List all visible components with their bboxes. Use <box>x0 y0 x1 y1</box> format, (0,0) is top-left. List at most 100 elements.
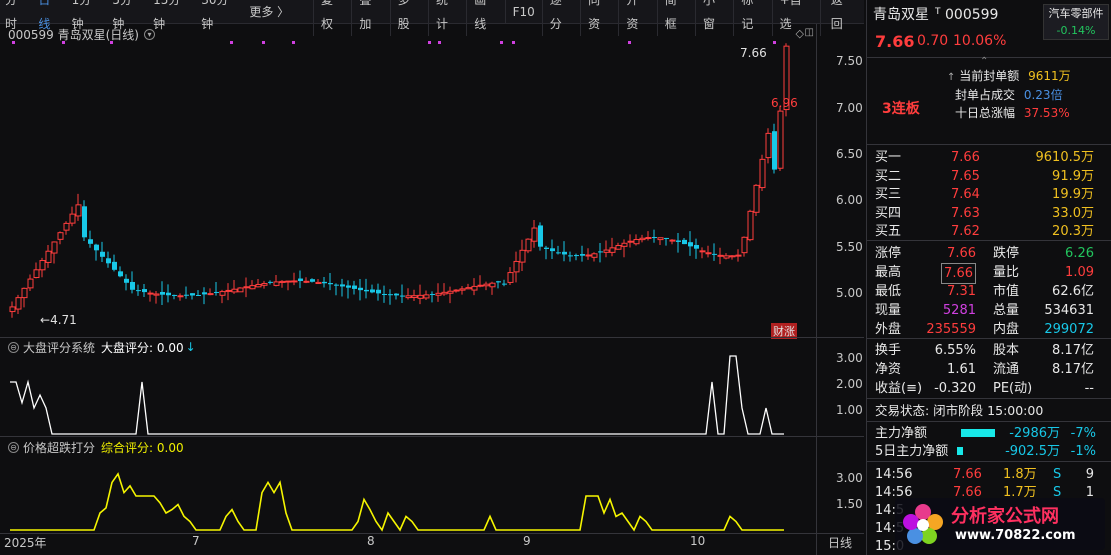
candle-body <box>130 281 135 290</box>
price-change: 0.70 <box>917 33 949 49</box>
candle-body <box>160 291 165 295</box>
candle-body <box>328 283 333 285</box>
stat-value: 1.09 <box>1065 265 1094 280</box>
stat-label: 净资 <box>875 362 902 377</box>
stat-value: 1.61 <box>947 362 976 377</box>
candle-body <box>261 282 268 286</box>
tick-price: 7.66 <box>953 467 982 482</box>
panel-divider-2 <box>0 436 864 437</box>
candle-body <box>538 225 543 247</box>
watermark: 分析家公式网 www.70822.com <box>895 498 1105 550</box>
collapse-icon[interactable]: ⊖ <box>8 441 19 453</box>
seal-ratio: 0.23倍 <box>1023 88 1063 102</box>
candle-body <box>598 251 603 253</box>
stat-label: 市值 <box>993 284 1020 299</box>
candle-body <box>645 237 652 240</box>
price-change-pct: 10.06% <box>953 33 1007 49</box>
signal-marker <box>428 41 431 44</box>
divider <box>867 398 1111 399</box>
stat-value: 235559 <box>926 322 976 337</box>
stats-row: 净资 1.61 流通 8.17亿 <box>867 360 1111 379</box>
candle-body <box>243 286 250 289</box>
candle-body <box>364 289 369 292</box>
candle-body <box>142 289 147 293</box>
current-price: 7.66 <box>875 32 915 51</box>
last-price-label: 6.96 <box>771 96 798 110</box>
low-price-label: ←4.71 <box>40 313 77 327</box>
divider <box>867 461 1111 462</box>
indicator2-header: ⊖ 价格超跌打分 综合评分: 0.00 <box>0 438 184 456</box>
flow-row: 主力净额 -2986万 -7% <box>867 424 1111 443</box>
indicator2-line <box>10 472 784 532</box>
candle-body <box>100 251 105 257</box>
period-more[interactable]: 更多 〉 <box>244 0 293 24</box>
chevron-up-icon[interactable]: ⌃ <box>980 56 988 67</box>
tick-time: 14:56 <box>875 467 913 482</box>
seal-ratio-label: 封单占成交 <box>955 88 1016 102</box>
ten-day-gain: 37.53% <box>1023 106 1070 120</box>
candle-body <box>166 292 171 296</box>
order-volume: 33.0万 <box>1052 205 1094 221</box>
order-price: 7.64 <box>951 187 980 202</box>
candle-body <box>237 287 244 293</box>
candle-body <box>268 281 273 283</box>
order-book-row: 买二 7.65 91.9万 <box>867 167 1111 186</box>
stats-row: 现量 5281 总量 534631 <box>867 301 1111 320</box>
candle-body <box>699 250 706 253</box>
signal-marker <box>110 41 113 44</box>
stat-label: 现量 <box>875 303 902 318</box>
tick-count: 9 <box>1085 467 1094 482</box>
candle-body <box>664 237 669 239</box>
candle-body <box>435 292 442 296</box>
candle-body <box>285 280 292 283</box>
candle-body <box>310 279 315 282</box>
candle-body <box>639 237 646 241</box>
order-volume: 20.3万 <box>1052 224 1094 239</box>
candle-body <box>747 210 754 241</box>
candle-body <box>483 283 490 287</box>
stat-label: 收益(≡) <box>875 381 923 396</box>
signal-marker <box>500 41 503 44</box>
signal-marker <box>12 41 15 44</box>
quote-panel: 青岛双星 T 000599 汽车零部件 -0.14% 7.66 0.70 10.… <box>866 0 1111 555</box>
candle-body <box>544 247 549 249</box>
candle-body <box>417 294 424 299</box>
candle-body <box>519 249 526 263</box>
stat-label: 跌停 <box>993 246 1020 261</box>
sector-name: 汽车零部件 <box>1048 7 1104 20</box>
stat-value: 62.6亿 <box>1052 284 1094 299</box>
seal-ratio-row: 封单占成交 0.23倍 <box>955 86 1063 103</box>
candle-body <box>249 285 256 290</box>
flow-pct: -7% <box>1070 426 1096 441</box>
flow-label: 5日主力净额 <box>875 444 949 459</box>
watermark-url: www.70822.com <box>955 528 1076 543</box>
candle-body <box>609 247 616 253</box>
candle-body <box>603 249 610 253</box>
candle-body <box>657 237 664 241</box>
candle-body <box>346 285 351 288</box>
candle-body <box>729 255 736 258</box>
stat-value: 7.66 <box>947 246 976 261</box>
signal-marker <box>292 41 295 44</box>
trade-status: 交易状态: 闭市阶段 15:00:00 <box>867 401 1111 420</box>
candle-body <box>39 260 46 271</box>
f10-button[interactable]: F10 <box>504 0 542 24</box>
chart-area[interactable]: 000599 青岛双星(日线) ▾ ◇ ◫ 7.50 7.00 6.50 6.00 5.… <box>0 24 864 555</box>
candle-body <box>382 293 387 295</box>
candle-body <box>400 295 405 297</box>
collapse-icon[interactable]: ⊖ <box>8 341 19 353</box>
order-price: 7.66 <box>951 150 980 165</box>
candle-body <box>562 251 567 255</box>
order-book-row: 买四 7.63 33.0万 <box>867 204 1111 223</box>
candle-body <box>106 258 111 264</box>
candle-body <box>82 206 87 238</box>
candle-body <box>580 254 585 256</box>
stat-label: 最低 <box>875 284 902 299</box>
order-price: 7.65 <box>951 168 980 184</box>
candle-body <box>21 287 28 299</box>
date-label-month: 9 <box>523 534 531 548</box>
flow-bar <box>961 429 995 437</box>
stat-value: 8.17亿 <box>1052 362 1094 377</box>
stat-label: 量比 <box>993 265 1020 280</box>
candle-body <box>525 238 532 252</box>
